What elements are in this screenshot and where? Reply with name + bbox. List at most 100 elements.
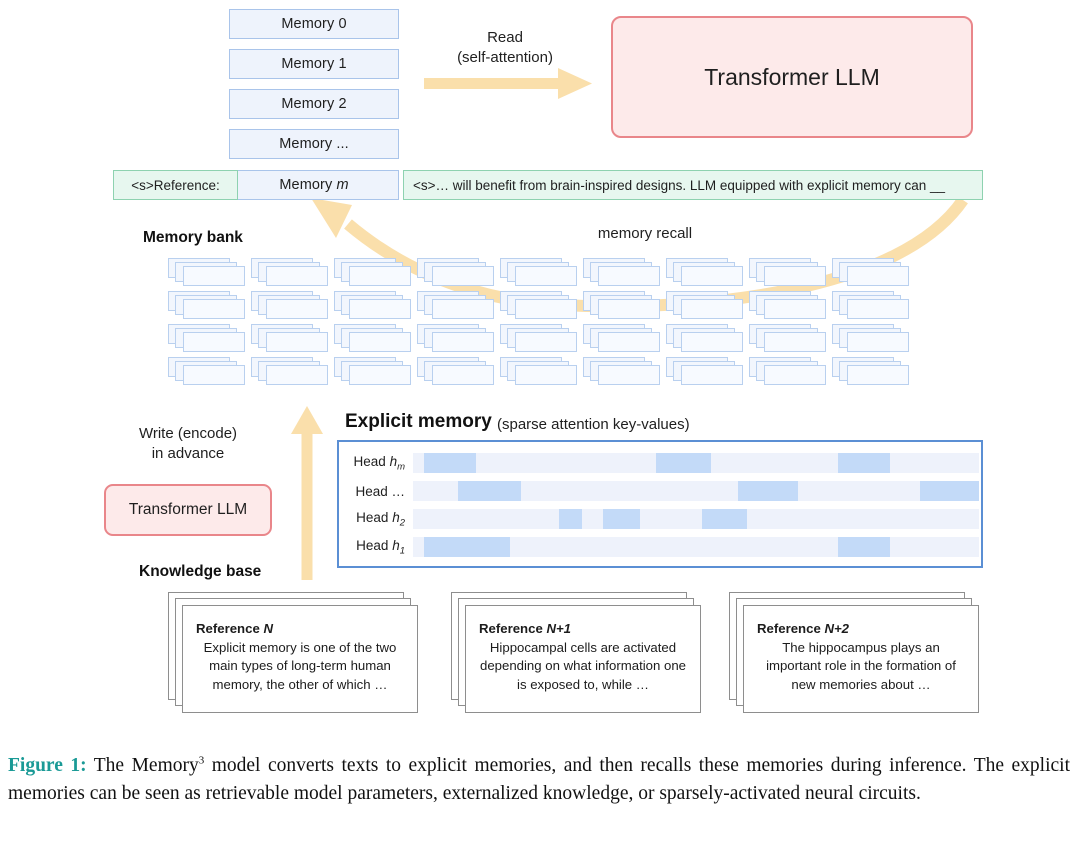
reference-card-0[interactable]: Reference N Explicit memory is one of th… xyxy=(168,592,418,714)
attention-head-label: Head h1 xyxy=(356,537,405,557)
memory-bank-cell xyxy=(666,291,744,321)
attention-key-value-segment xyxy=(837,453,891,473)
card-front-sheet: Reference N+2 The hippocampus plays an i… xyxy=(743,605,979,713)
attention-head-bar xyxy=(413,509,979,529)
read-arrow-icon xyxy=(424,68,592,99)
attention-head-row: Head h2 xyxy=(339,506,985,532)
memory-item-ellipsis[interactable]: Memory ... xyxy=(229,129,399,159)
reference-card-1[interactable]: Reference N+1 Hippocampal cells are acti… xyxy=(451,592,701,714)
reference-title: Reference N xyxy=(196,621,273,636)
memory-bank-cell xyxy=(749,324,827,354)
memory-bank-cell xyxy=(500,258,578,288)
write-encode-label: Write (encode) in advance xyxy=(138,425,238,463)
memory-bank-cell xyxy=(168,258,246,288)
memory-bank-cell xyxy=(417,357,495,387)
figure-label: Figure 1: xyxy=(8,755,87,776)
knowledge-base-label: Knowledge base xyxy=(139,563,262,580)
memory-bank-cell xyxy=(832,324,910,354)
reference-body: Hippocampal cells are activated dependin… xyxy=(479,640,687,692)
attention-key-value-segment xyxy=(458,481,521,501)
memory-bank-cell xyxy=(749,258,827,288)
attention-head-label: Head hm xyxy=(353,453,405,473)
attention-key-value-segment xyxy=(424,453,477,473)
memory-bank-cell xyxy=(251,357,329,387)
figure-diagram: Memory 0 Memory 1 Memory 2 Memory ... Me… xyxy=(0,0,1080,745)
read-self-attention-label: Read (self-attention) xyxy=(457,29,553,67)
memory-bank-cell xyxy=(666,258,744,288)
memory-item-1[interactable]: Memory 1 xyxy=(229,49,399,79)
transformer-llm-label: Transformer LLM xyxy=(704,63,880,90)
memory-bank-cell xyxy=(251,291,329,321)
memory-bank-cell xyxy=(666,357,744,387)
memory-item-0[interactable]: Memory 0 xyxy=(229,9,399,39)
attention-key-value-segment xyxy=(559,509,583,529)
memory-bank-cell xyxy=(417,258,495,288)
attention-key-value-segment xyxy=(424,537,511,557)
caption-part-1: The Memory xyxy=(86,755,199,776)
memory-bank-cell xyxy=(334,324,412,354)
attention-head-bar xyxy=(413,537,979,557)
memory-item-m[interactable]: Memory m xyxy=(229,170,399,200)
attention-key-value-segment xyxy=(656,453,711,473)
attention-key-value-segment xyxy=(701,509,747,529)
transformer-llm-inference[interactable]: Transformer LLM xyxy=(611,16,973,138)
memory-bank-cell xyxy=(832,291,910,321)
attention-head-row: Head h1 xyxy=(339,534,985,560)
card-front-sheet: Reference N Explicit memory is one of th… xyxy=(182,605,418,713)
memory-item-2[interactable]: Memory 2 xyxy=(229,89,399,119)
memory-bank-cell xyxy=(832,357,910,387)
explicit-memory-title: Explicit memory xyxy=(345,411,492,432)
reference-title: Reference N+2 xyxy=(757,621,850,636)
explicit-memory-panel: Head hm Head … Head h2 Head h1 xyxy=(337,440,983,568)
memory-item-label: Memory 1 xyxy=(281,56,347,72)
generated-sentence-box[interactable]: <s>… will benefit from brain-inspired de… xyxy=(403,170,983,200)
attention-key-value-segment xyxy=(738,481,798,501)
memory-bank-cell xyxy=(334,258,412,288)
memory-bank-cell xyxy=(749,357,827,387)
attention-head-label: Head … xyxy=(355,483,405,499)
memory-bank-cell xyxy=(583,258,661,288)
write-arrow-icon xyxy=(291,406,323,580)
reference-token-label: <s>Reference: xyxy=(131,177,220,193)
memory-bank-cell xyxy=(168,291,246,321)
memory-bank-cell xyxy=(417,324,495,354)
memory-bank-label: Memory bank xyxy=(143,229,243,246)
memory-bank-cell xyxy=(583,291,661,321)
memory-bank-cell xyxy=(251,258,329,288)
memory-bank-cell xyxy=(666,324,744,354)
attention-head-bar xyxy=(413,481,979,501)
memory-bank-cell xyxy=(500,291,578,321)
memory-index-m: m xyxy=(336,177,349,193)
reference-token-box[interactable]: <s>Reference: xyxy=(113,170,238,200)
memory-bank-cell xyxy=(417,291,495,321)
reference-body: Explicit memory is one of the two main t… xyxy=(203,640,397,692)
memory-item-label: Memory ... xyxy=(279,136,349,152)
memory-item-label: Memory 0 xyxy=(281,16,347,32)
attention-head-row: Head hm xyxy=(339,450,985,476)
memory-bank-cell xyxy=(832,258,910,288)
reference-title: Reference N+1 xyxy=(479,621,572,636)
memory-bank-cell xyxy=(583,324,661,354)
memory-item-label: Memory m xyxy=(279,177,349,193)
memory-bank-cell xyxy=(583,357,661,387)
memory-bank-cell xyxy=(500,324,578,354)
reference-body: The hippocampus plays an important role … xyxy=(766,640,956,692)
memory-bank-cell xyxy=(168,357,246,387)
memory-recall-label: memory recall xyxy=(597,225,693,242)
memory-bank-cell xyxy=(749,291,827,321)
memory-bank-cell xyxy=(500,357,578,387)
memory-bank-cell xyxy=(334,291,412,321)
reference-card-2[interactable]: Reference N+2 The hippocampus plays an i… xyxy=(729,592,979,714)
card-front-sheet: Reference N+1 Hippocampal cells are acti… xyxy=(465,605,701,713)
memory-bank-cell xyxy=(334,357,412,387)
memory-bank-grid xyxy=(168,258,916,390)
memory-bank-cell xyxy=(168,324,246,354)
attention-key-value-segment xyxy=(602,509,640,529)
attention-head-row: Head … xyxy=(339,478,985,504)
transformer-llm-encoder[interactable]: Transformer LLM xyxy=(104,484,272,536)
attention-key-value-segment xyxy=(919,481,979,501)
memory-bank-cell xyxy=(251,324,329,354)
attention-head-label: Head h2 xyxy=(356,509,405,529)
transformer-llm-label: Transformer LLM xyxy=(128,501,248,518)
generated-sentence-label: <s>… will benefit from brain-inspired de… xyxy=(413,177,946,193)
